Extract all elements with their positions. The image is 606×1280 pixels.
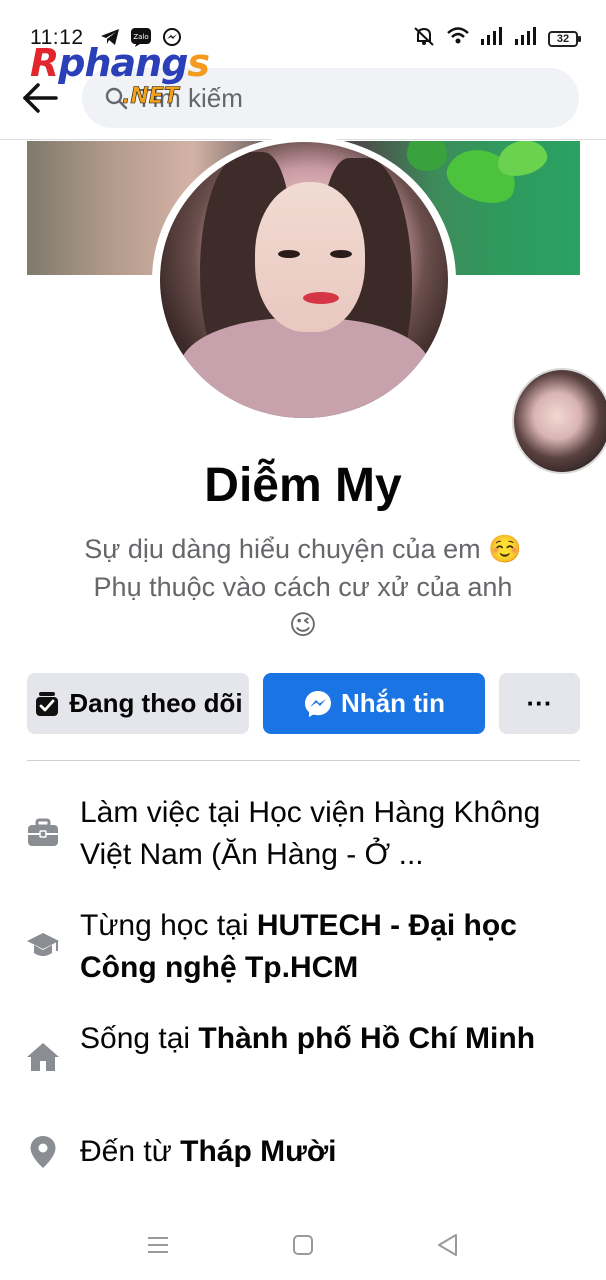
signal-icon <box>514 26 538 51</box>
nav-back-button[interactable] <box>427 1230 467 1260</box>
square-icon <box>293 1235 313 1255</box>
message-label: Nhắn tin <box>341 688 445 718</box>
back-arrow-icon <box>23 83 58 113</box>
info-study-text: Từng học tại HUTECH - Đại học Công nghệ … <box>80 909 517 984</box>
nav-menu-button[interactable] <box>138 1230 178 1260</box>
status-bar: 11:12 Zalo 32 <box>0 0 606 62</box>
svg-text:Zalo: Zalo <box>133 33 148 41</box>
system-nav-bar <box>0 1210 606 1280</box>
more-options-label: ··· <box>526 688 553 718</box>
profile-name: Diễm My <box>204 459 402 512</box>
top-header <box>0 62 606 140</box>
battery-indicator: 32 <box>548 30 581 47</box>
section-divider <box>27 760 580 761</box>
messenger-icon <box>303 689 333 719</box>
info-lives-value[interactable]: Thành phố Hồ Chí Minh <box>198 1022 535 1055</box>
messenger-icon <box>162 27 182 52</box>
status-time: 11:12 <box>30 26 84 49</box>
smiling-emoji-icon: ☺️ <box>488 534 522 564</box>
briefcase-icon <box>26 816 60 850</box>
profile-avatar[interactable] <box>160 142 448 418</box>
search-input[interactable] <box>136 82 556 114</box>
triangle-back-icon <box>438 1234 457 1256</box>
message-button[interactable]: Nhắn tin <box>263 673 485 734</box>
following-check-icon <box>33 690 61 718</box>
bio-line-1: Sự dịu dàng hiểu chuyện của em <box>84 534 481 564</box>
info-lives-text: Sống tại Thành phố Hồ Chí Minh <box>80 1022 536 1055</box>
info-from-text: Đến từ Tháp Mười <box>80 1135 337 1168</box>
nav-home-button[interactable] <box>283 1230 323 1260</box>
zalo-icon: Zalo <box>130 27 152 52</box>
search-icon <box>105 87 128 110</box>
status-right-icons: 32 <box>412 25 581 52</box>
bio-line-2: Phụ thuộc vào cách cư xử của anh <box>93 572 513 602</box>
following-label: Đang theo dõi <box>69 688 243 718</box>
menu-icon <box>148 1237 168 1253</box>
signal-icon <box>480 26 504 51</box>
profile-bio: Sự dịu dàng hiểu chuyện của em ☺️ Phụ th… <box>40 530 566 644</box>
profile-actions: Đang theo dõi Nhắn tin ··· <box>27 673 580 734</box>
graduation-cap-icon <box>26 929 60 963</box>
home-icon <box>26 1040 60 1074</box>
search-bar[interactable] <box>82 68 579 128</box>
more-options-button[interactable]: ··· <box>499 673 580 734</box>
info-from-value[interactable]: Tháp Mười <box>180 1135 336 1168</box>
mute-bell-icon <box>412 25 436 52</box>
wifi-icon <box>446 26 470 51</box>
back-button[interactable] <box>18 78 62 118</box>
status-left-icons: Zalo <box>100 27 182 52</box>
winking-emoji-icon: 😉 <box>288 610 318 640</box>
following-button[interactable]: Đang theo dõi <box>27 673 249 734</box>
telegram-icon <box>100 28 120 51</box>
location-pin-icon <box>26 1135 60 1169</box>
info-work-text: Làm việc tại Học viện Hàng Không Việt Na… <box>80 796 541 871</box>
